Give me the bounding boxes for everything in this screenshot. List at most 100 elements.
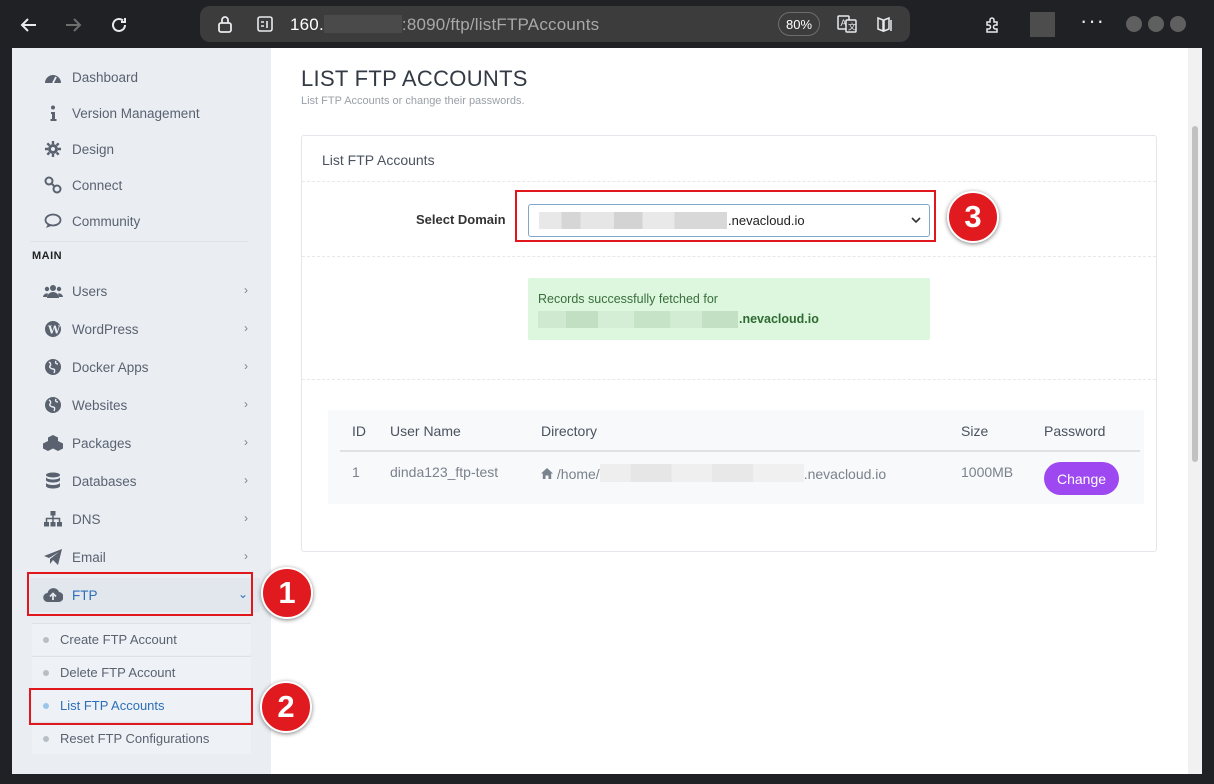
annotation-badge-3: 3 bbox=[947, 191, 999, 243]
ftp-accounts-table: ID User Name Directory Size Password 1 d… bbox=[328, 410, 1144, 504]
sidebar-item-label: Email bbox=[72, 549, 106, 565]
url-port: :8090 bbox=[401, 15, 446, 34]
dashboard-icon bbox=[42, 66, 64, 88]
back-arrow-icon[interactable] bbox=[14, 10, 44, 40]
alert-domain-redacted bbox=[538, 311, 738, 328]
page-scrollbar-thumb[interactable] bbox=[1192, 126, 1198, 462]
sidebar: Dashboard Version Management Design Conn… bbox=[12, 48, 271, 774]
paper-plane-icon bbox=[42, 546, 64, 568]
globe-icon bbox=[42, 394, 64, 416]
menu-more-icon[interactable]: ··· bbox=[1080, 8, 1105, 34]
chevron-right-icon: › bbox=[244, 397, 248, 411]
svg-text:W: W bbox=[47, 324, 61, 337]
submenu-item-reset-ftp-configurations[interactable]: Reset FTP Configurations bbox=[32, 722, 251, 754]
site-info-icon[interactable] bbox=[254, 13, 276, 35]
sidebar-item-label: WordPress bbox=[72, 321, 139, 337]
refresh-icon[interactable] bbox=[104, 10, 134, 40]
sidebar-item-websites[interactable]: Websites › bbox=[30, 388, 260, 422]
forward-arrow-icon[interactable] bbox=[58, 10, 88, 40]
column-header-directory: Directory bbox=[541, 423, 598, 439]
annotation-badge-1: 1 bbox=[261, 567, 313, 619]
column-header-size: Size bbox=[961, 423, 989, 439]
alert-message: Records successfully fetched for bbox=[538, 292, 718, 306]
url-redacted bbox=[323, 15, 402, 33]
wordpress-icon: W bbox=[42, 318, 64, 340]
url-host: 160. bbox=[290, 15, 324, 34]
home-icon bbox=[541, 466, 553, 482]
chevron-right-icon: › bbox=[244, 473, 248, 487]
directory-suffix: .nevacloud.io bbox=[803, 466, 887, 482]
page-subtitle: List FTP Accounts or change their passwo… bbox=[301, 95, 525, 107]
directory-prefix: /home/ bbox=[556, 466, 600, 482]
sidebar-item-label: Community bbox=[72, 213, 141, 229]
page-viewport: Dashboard Version Management Design Conn… bbox=[12, 48, 1202, 774]
browser-toolbar: 160. :8090/ftp/listFTPAccounts 80% A文 ··· bbox=[0, 0, 1214, 48]
info-icon bbox=[42, 102, 64, 124]
sidebar-item-email[interactable]: Email › bbox=[30, 540, 260, 574]
packages-icon bbox=[42, 432, 64, 454]
chevron-right-icon: › bbox=[244, 549, 248, 563]
lock-icon[interactable] bbox=[214, 13, 236, 35]
svg-text:文: 文 bbox=[848, 22, 856, 32]
chevron-right-icon: › bbox=[244, 359, 248, 373]
success-alert: Records successfully fetched for .nevacl… bbox=[528, 278, 930, 340]
sidebar-item-community[interactable]: Community bbox=[30, 204, 260, 238]
sidebar-item-label: Users bbox=[72, 283, 108, 299]
zoom-indicator[interactable]: 80% bbox=[778, 12, 820, 36]
sidebar-item-label: Dashboard bbox=[72, 69, 139, 85]
sidebar-item-users[interactable]: Users › bbox=[30, 274, 260, 308]
window-minimize-icon[interactable] bbox=[1126, 16, 1142, 32]
cell-username: dinda123_ftp-test bbox=[390, 464, 499, 480]
database-icon bbox=[42, 470, 64, 492]
bullet-dot bbox=[43, 636, 49, 643]
cell-directory: /home/ .nevacloud.io bbox=[541, 464, 886, 482]
change-password-button[interactable]: Change bbox=[1044, 462, 1119, 495]
sidebar-item-wordpress[interactable]: W WordPress › bbox=[30, 312, 260, 346]
chevron-right-icon: › bbox=[244, 435, 248, 449]
reader-mode-icon[interactable] bbox=[874, 13, 896, 35]
sidebar-item-design[interactable]: Design bbox=[30, 132, 260, 166]
profile-avatar[interactable] bbox=[1030, 12, 1055, 37]
sidebar-item-databases[interactable]: Databases › bbox=[30, 464, 260, 498]
sidebar-item-version-management[interactable]: Version Management bbox=[30, 96, 260, 130]
translate-icon[interactable]: A文 bbox=[836, 13, 858, 35]
sitemap-icon bbox=[42, 508, 64, 530]
column-header-password: Password bbox=[1044, 423, 1106, 439]
extensions-puzzle-icon[interactable] bbox=[978, 10, 1008, 40]
panel-title: List FTP Accounts bbox=[322, 152, 435, 168]
sidebar-item-label: Docker Apps bbox=[72, 359, 149, 375]
sidebar-item-label: Version Management bbox=[72, 105, 200, 121]
chevron-right-icon: › bbox=[244, 511, 248, 525]
directory-redacted bbox=[599, 464, 804, 482]
annotation-box-select-domain bbox=[515, 190, 936, 242]
annotation-box-list-ftp-accounts bbox=[29, 688, 253, 725]
globe-icon bbox=[42, 356, 64, 378]
sidebar-item-dashboard[interactable]: Dashboard bbox=[30, 60, 260, 94]
column-header-username: User Name bbox=[390, 423, 461, 439]
sidebar-item-connect[interactable]: Connect bbox=[30, 168, 260, 202]
chevron-right-icon: › bbox=[244, 321, 248, 335]
submenu-item-label: Create FTP Account bbox=[60, 632, 177, 647]
sidebar-item-packages[interactable]: Packages › bbox=[30, 426, 260, 460]
link-icon bbox=[42, 174, 64, 196]
sidebar-item-docker-apps[interactable]: Docker Apps › bbox=[30, 350, 260, 384]
sidebar-item-dns[interactable]: DNS › bbox=[30, 502, 260, 536]
annotation-badge-2: 2 bbox=[260, 681, 312, 733]
submenu-item-create-ftp-account[interactable]: Create FTP Account bbox=[32, 623, 251, 655]
panel-divider bbox=[302, 256, 1156, 257]
sidebar-item-label: Design bbox=[72, 141, 115, 157]
url-path: /ftp/listFTPAccounts bbox=[445, 15, 600, 34]
gear-icon bbox=[42, 138, 64, 160]
url-text: 160. :8090/ftp/listFTPAccounts bbox=[290, 15, 599, 35]
panel-divider bbox=[302, 379, 1156, 380]
page-title: LIST FTP ACCOUNTS bbox=[301, 66, 528, 91]
address-bar[interactable]: 160. :8090/ftp/listFTPAccounts 80% A文 bbox=[200, 6, 910, 42]
window-close-icon[interactable] bbox=[1170, 16, 1186, 32]
panel-divider bbox=[302, 181, 1156, 182]
submenu-item-delete-ftp-account[interactable]: Delete FTP Account bbox=[32, 656, 251, 688]
table-header-divider bbox=[340, 450, 1140, 452]
bullet-dot bbox=[43, 735, 49, 742]
window-maximize-icon[interactable] bbox=[1148, 16, 1164, 32]
sidebar-item-label: Databases bbox=[72, 473, 137, 489]
sidebar-item-label: Websites bbox=[72, 397, 128, 413]
